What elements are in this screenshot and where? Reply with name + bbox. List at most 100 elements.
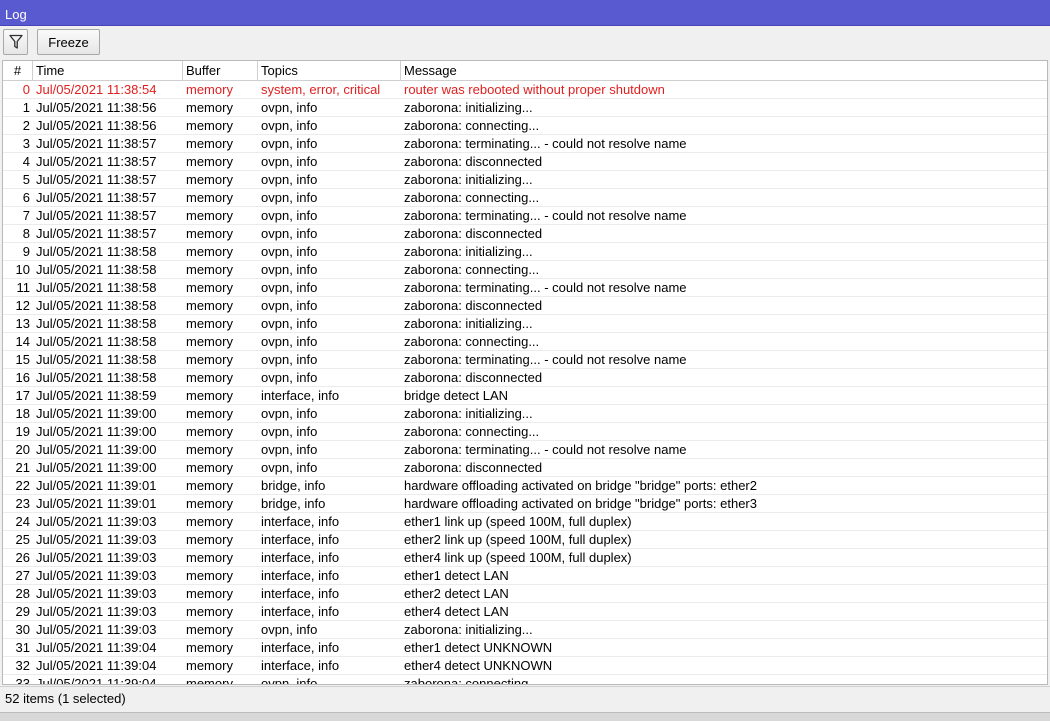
- table-row[interactable]: 19 Jul/05/2021 11:39:00 memory ovpn, info za…: [3, 423, 1047, 441]
- cell-time: Jul/05/2021 11:38:57: [36, 208, 157, 223]
- cell-time: Jul/05/2021 11:38:58: [36, 244, 157, 259]
- table-row[interactable]: 23 Jul/05/2021 11:39:01 memory bridge, info…: [3, 495, 1047, 513]
- table-row[interactable]: 18 Jul/05/2021 11:39:00 memory ovpn, info za…: [3, 405, 1047, 423]
- cell-buffer: memory: [186, 136, 233, 151]
- cell-num: 6: [22, 190, 30, 205]
- cell-time: Jul/05/2021 11:38:58: [36, 316, 157, 331]
- cell-message: zaborona: connecting...: [404, 676, 540, 685]
- table-row[interactable]: 16 Jul/05/2021 11:38:58 memory ovpn, info za…: [3, 369, 1047, 387]
- table-row[interactable]: 29 Jul/05/2021 11:39:03 memory interface, i…: [3, 603, 1047, 621]
- cell-message: zaborona: connecting...: [404, 262, 540, 277]
- cell-time: Jul/05/2021 11:38:56: [36, 118, 157, 133]
- filter-icon: [8, 34, 23, 49]
- cell-time: Jul/05/2021 11:39:04: [36, 640, 157, 655]
- table-row[interactable]: 8 Jul/05/2021 11:38:57 memory ovpn, info zab…: [3, 225, 1047, 243]
- cell-message: bridge detect LAN: [404, 388, 509, 403]
- freeze-button[interactable]: Freeze: [37, 29, 100, 55]
- table-row[interactable]: 6 Jul/05/2021 11:38:57 memory ovpn, info zab…: [3, 189, 1047, 207]
- cell-buffer: memory: [186, 154, 233, 169]
- cell-message: router was rebooted without proper shutd…: [404, 82, 665, 97]
- table-row[interactable]: 21 Jul/05/2021 11:39:00 memory ovpn, info za…: [3, 459, 1047, 477]
- table-row[interactable]: 33 Jul/05/2021 11:39:04 memory ovpn, info za…: [3, 675, 1047, 685]
- log-table[interactable]: # Time Buffer Topics Message 0 Jul/05/202…: [2, 60, 1048, 685]
- cell-num: 21: [15, 460, 30, 475]
- cell-buffer: memory: [186, 424, 233, 439]
- table-row[interactable]: 5 Jul/05/2021 11:38:57 memory ovpn, info zab…: [3, 171, 1047, 189]
- cell-message: hardware offloading activated on bridge …: [404, 478, 757, 493]
- cell-num: 31: [15, 640, 30, 655]
- column-header-time[interactable]: Time: [33, 61, 183, 80]
- table-row[interactable]: 28 Jul/05/2021 11:39:03 memory interface, i…: [3, 585, 1047, 603]
- cell-topics: interface, info: [261, 658, 340, 673]
- table-row[interactable]: 10 Jul/05/2021 11:38:58 memory ovpn, info za…: [3, 261, 1047, 279]
- table-row[interactable]: 30 Jul/05/2021 11:39:03 memory ovpn, info za…: [3, 621, 1047, 639]
- column-header-topics[interactable]: Topics: [258, 61, 401, 80]
- cell-buffer: memory: [186, 658, 233, 673]
- table-row[interactable]: 24 Jul/05/2021 11:39:03 memory interface, i…: [3, 513, 1047, 531]
- cell-num: 1: [22, 100, 30, 115]
- window-title-bar[interactable]: Log: [0, 0, 1050, 26]
- cell-topics: ovpn, info: [261, 172, 318, 187]
- table-row[interactable]: 25 Jul/05/2021 11:39:03 memory interface, i…: [3, 531, 1047, 549]
- cell-buffer: memory: [186, 388, 233, 403]
- cell-message: zaborona: terminating... - could not res…: [404, 352, 687, 367]
- table-row[interactable]: 26 Jul/05/2021 11:39:03 memory interface, i…: [3, 549, 1047, 567]
- cell-num: 10: [15, 262, 30, 277]
- table-row[interactable]: 31 Jul/05/2021 11:39:04 memory interface, i…: [3, 639, 1047, 657]
- cell-topics: bridge, info: [261, 496, 326, 511]
- cell-buffer: memory: [186, 280, 233, 295]
- table-row[interactable]: 3 Jul/05/2021 11:38:57 memory ovpn, info zab…: [3, 135, 1047, 153]
- cell-topics: interface, info: [261, 640, 340, 655]
- cell-buffer: memory: [186, 406, 233, 421]
- filter-button[interactable]: [3, 29, 28, 55]
- table-row[interactable]: 12 Jul/05/2021 11:38:58 memory ovpn, info za…: [3, 297, 1047, 315]
- table-row[interactable]: 1 Jul/05/2021 11:38:56 memory ovpn, info zab…: [3, 99, 1047, 117]
- cell-topics: ovpn, info: [261, 262, 318, 277]
- cell-topics: ovpn, info: [261, 154, 318, 169]
- table-row[interactable]: 0 Jul/05/2021 11:38:54 memory system, error…: [3, 81, 1047, 99]
- cell-time: Jul/05/2021 11:38:58: [36, 280, 157, 295]
- table-row[interactable]: 17 Jul/05/2021 11:38:59 memory interface, i…: [3, 387, 1047, 405]
- table-row[interactable]: 32 Jul/05/2021 11:39:04 memory interface, i…: [3, 657, 1047, 675]
- cell-buffer: memory: [186, 208, 233, 223]
- cell-topics: ovpn, info: [261, 352, 318, 367]
- table-row[interactable]: 22 Jul/05/2021 11:39:01 memory bridge, info…: [3, 477, 1047, 495]
- table-row[interactable]: 2 Jul/05/2021 11:38:56 memory ovpn, info zab…: [3, 117, 1047, 135]
- column-header-buffer[interactable]: Buffer: [183, 61, 258, 80]
- cell-num: 12: [15, 298, 30, 313]
- cell-num: 11: [16, 280, 31, 295]
- cell-message: zaborona: terminating... - could not res…: [404, 280, 687, 295]
- cell-topics: ovpn, info: [261, 298, 318, 313]
- cell-buffer: memory: [186, 514, 233, 529]
- cell-time: Jul/05/2021 11:39:04: [36, 658, 157, 673]
- table-row[interactable]: 7 Jul/05/2021 11:38:57 memory ovpn, info zab…: [3, 207, 1047, 225]
- table-row[interactable]: 15 Jul/05/2021 11:38:58 memory ovpn, info za…: [3, 351, 1047, 369]
- cell-time: Jul/05/2021 11:38:56: [36, 100, 157, 115]
- cell-time: Jul/05/2021 11:38:57: [36, 172, 157, 187]
- table-row[interactable]: 4 Jul/05/2021 11:38:57 memory ovpn, info zab…: [3, 153, 1047, 171]
- cell-topics: ovpn, info: [261, 370, 318, 385]
- column-header-number[interactable]: #: [3, 61, 33, 80]
- cell-topics: ovpn, info: [261, 208, 318, 223]
- column-header-message[interactable]: Message: [401, 61, 1047, 80]
- cell-topics: interface, info: [261, 532, 340, 547]
- table-row[interactable]: 20 Jul/05/2021 11:39:00 memory ovpn, info za…: [3, 441, 1047, 459]
- cell-buffer: memory: [186, 100, 233, 115]
- table-header: # Time Buffer Topics Message: [3, 61, 1047, 81]
- cell-time: Jul/05/2021 11:39:01: [36, 478, 157, 493]
- table-row[interactable]: 13 Jul/05/2021 11:38:58 memory ovpn, info za…: [3, 315, 1047, 333]
- cell-num: 30: [15, 622, 30, 637]
- cell-num: 16: [15, 370, 30, 385]
- cell-message: ether1 detect UNKNOWN: [404, 640, 553, 655]
- table-row[interactable]: 9 Jul/05/2021 11:38:58 memory ovpn, info zab…: [3, 243, 1047, 261]
- cell-buffer: memory: [186, 352, 233, 367]
- table-row[interactable]: 27 Jul/05/2021 11:39:03 memory interface, i…: [3, 567, 1047, 585]
- table-row[interactable]: 14 Jul/05/2021 11:38:58 memory ovpn, info za…: [3, 333, 1047, 351]
- status-bar: 52 items (1 selected): [0, 686, 1050, 710]
- cell-num: 23: [15, 496, 30, 511]
- table-row[interactable]: 11 Jul/05/2021 11:38:58 memory ovpn, info za…: [3, 279, 1047, 297]
- cell-message: zaborona: initializing...: [404, 172, 533, 187]
- cell-num: 28: [15, 586, 30, 601]
- cell-message: zaborona: initializing...: [404, 316, 533, 331]
- cell-buffer: memory: [186, 244, 233, 259]
